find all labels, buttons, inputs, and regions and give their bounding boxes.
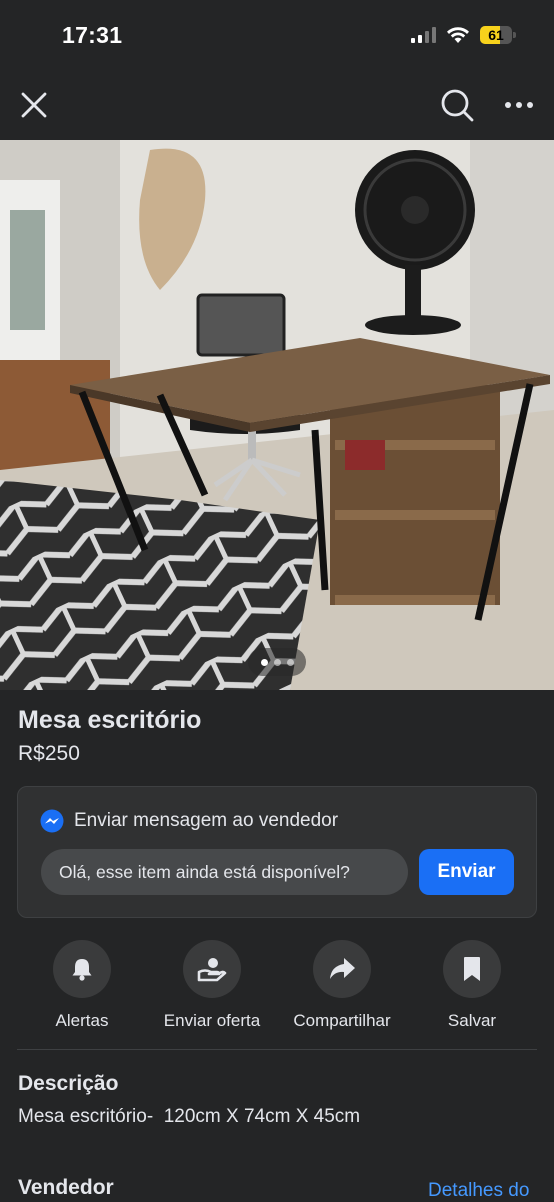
desk-photo-image	[0, 140, 554, 690]
top-nav	[0, 70, 554, 140]
more-options-button[interactable]	[504, 101, 534, 109]
more-icon	[505, 102, 533, 108]
alerts-label: Alertas	[55, 1011, 109, 1030]
description-text: Mesa escritório- 120cm X 74cm X 45cm	[18, 1106, 361, 1127]
offer-icon	[197, 958, 227, 982]
wifi-icon	[447, 27, 469, 43]
cellular-signal-icon	[411, 27, 436, 43]
page-dot-active	[260, 658, 268, 666]
close-button[interactable]	[20, 91, 48, 119]
send-button[interactable]: Enviar	[419, 849, 514, 895]
seller-details-link[interactable]: Detalhes do	[428, 1180, 529, 1202]
page-dot	[273, 658, 281, 666]
status-icons: 61	[411, 26, 516, 44]
message-heading-text: Enviar mensagem ao vendedor	[74, 810, 339, 831]
message-heading: Enviar mensagem ao vendedor	[40, 809, 338, 833]
send-offer-label: Enviar oferta	[163, 1011, 261, 1030]
search-icon	[441, 89, 474, 122]
bookmark-icon	[464, 957, 480, 981]
share-icon	[330, 958, 355, 979]
search-button[interactable]	[440, 88, 474, 122]
section-divider	[17, 1049, 537, 1050]
page-dot	[286, 658, 294, 666]
action-row: Alertas Enviar oferta Compartilhar Salva…	[17, 940, 537, 1030]
status-time: 17:31	[62, 21, 123, 48]
listing-photo[interactable]	[0, 140, 554, 690]
listing-title: Mesa escritório	[18, 706, 202, 734]
share-label: Compartilhar	[293, 1011, 391, 1030]
battery-level: 61	[488, 27, 504, 43]
seller-heading: Vendedor	[18, 1176, 114, 1199]
description-heading: Descrição	[18, 1072, 119, 1095]
close-icon	[21, 92, 47, 118]
share-button[interactable]: Compartilhar	[277, 940, 407, 1031]
send-offer-button[interactable]: Enviar oferta	[147, 940, 277, 1031]
messenger-icon	[40, 809, 64, 833]
status-bar: 17:31 61	[0, 0, 554, 70]
message-seller-card: Enviar mensagem ao vendedor Enviar	[17, 786, 537, 918]
photo-pagination[interactable]	[248, 648, 306, 676]
bell-icon	[72, 959, 92, 981]
listing-price: R$250	[18, 742, 80, 765]
alerts-button[interactable]: Alertas	[17, 940, 147, 1031]
save-label: Salvar	[447, 1011, 497, 1030]
message-input[interactable]	[41, 849, 408, 895]
save-button[interactable]: Salvar	[407, 940, 537, 1031]
battery-icon: 61	[480, 26, 516, 44]
